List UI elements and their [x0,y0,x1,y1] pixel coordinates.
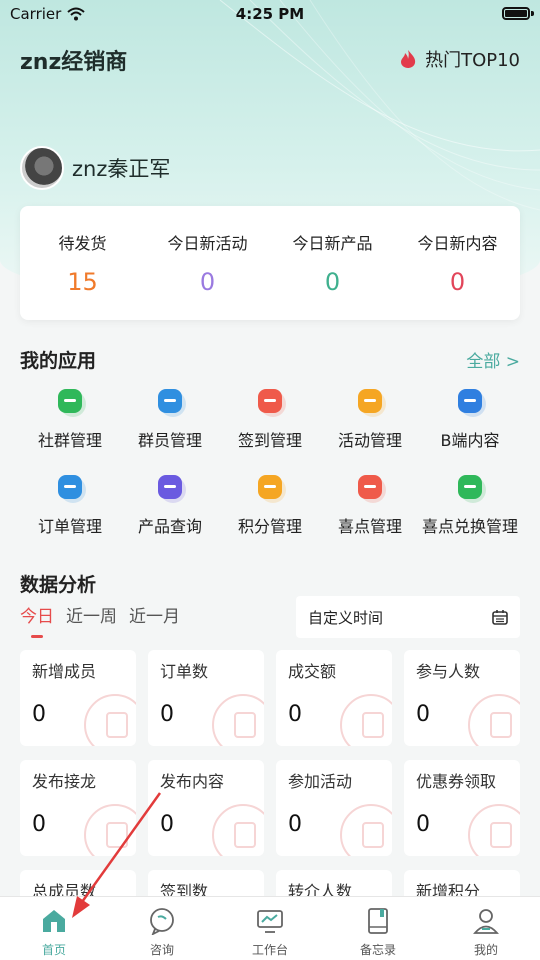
user-profile[interactable]: znz秦正军 [20,146,170,190]
profile-icon [472,907,500,935]
stat-value: 0 [199,268,216,296]
avatar[interactable] [20,146,64,190]
monitor-icon [256,907,284,935]
app-item[interactable]: 产品查询 [120,471,220,537]
app-item[interactable]: 喜点管理 [320,471,420,537]
community-icon [54,385,86,419]
app-item[interactable]: 签到管理 [220,385,320,451]
metric-card[interactable]: 优惠券领取 0 [404,760,520,856]
metric-card[interactable]: 订单数 0 [148,650,264,746]
app-label: 订单管理 [37,517,102,536]
metric-card[interactable]: 参与人数 0 [404,650,520,746]
calendar-check-icon [254,385,286,419]
stats-card: 待发货 15 今日新活动 0 今日新产品 0 今日新内容 0 [20,206,520,320]
battery-icon [502,7,530,20]
app-item[interactable]: B端内容 [420,385,520,451]
app-label: 喜点管理 [337,517,402,536]
calendar-icon [492,610,508,625]
user-name: znz秦正军 [72,157,171,181]
stat-label: 今日新活动 [167,234,248,253]
apps-grid: 社群管理 群员管理 签到管理 活动管理 B端内容订单管理 产品查询 积分管理 喜点管理 喜点兑换… [20,385,520,537]
tab-label: 工作台 [251,943,288,957]
stat-label: 今日新产品 [292,234,373,253]
tab-label: 咨询 [149,943,174,957]
tab-analysis[interactable]: 近一月 [129,602,180,627]
stat-item[interactable]: 今日新内容 0 [395,206,520,320]
metric-label: 参与人数 [416,662,481,681]
diamond-icon [354,471,386,505]
tab-chat[interactable]: 咨询 [108,897,216,960]
stat-value: 0 [449,268,466,296]
hot-top10-label: 热门TOP10 [425,50,520,71]
stat-item[interactable]: 待发货 15 [20,206,145,320]
metric-card[interactable]: 参加活动 0 [276,760,392,856]
metric-label: 优惠券领取 [416,772,497,791]
apps-section-title: 我的应用 [20,350,97,372]
metric-label: 发布内容 [160,772,225,791]
analysis-tabs: 今日 近一周 近一月 [20,602,180,638]
stat-value: 15 [67,268,98,296]
app-item[interactable]: 活动管理 [320,385,420,451]
stat-item[interactable]: 今日新活动 0 [145,206,270,320]
stat-item[interactable]: 今日新产品 0 [270,206,395,320]
flame-icon [401,50,416,68]
coin-stack-icon [454,471,486,505]
order-folder-icon [54,471,86,505]
tab-label: 备忘录 [359,943,396,957]
app-label: 群员管理 [137,431,202,450]
metric-label: 订单数 [160,662,209,681]
home-icon [40,907,68,935]
metric-card[interactable]: 成交额 0 [276,650,392,746]
product-search-icon [154,471,186,505]
chat-icon [148,907,176,936]
metric-label: 发布接龙 [32,772,97,791]
app-label: 喜点兑换管理 [421,517,518,536]
app-item[interactable]: 群员管理 [120,385,220,451]
analysis-section-title: 数据分析 [20,574,97,596]
app-item[interactable]: 积分管理 [220,471,320,537]
tab-monitor[interactable]: 工作台 [216,897,324,960]
app-label: 活动管理 [337,431,402,450]
notebook-icon [364,907,392,935]
app-label: 签到管理 [237,431,302,450]
battery-cap [531,11,534,16]
status-time: 4:25 PM [235,5,305,23]
tab-analysis[interactable]: 近一周 [66,602,117,627]
app-item[interactable]: 喜点兑换管理 [420,471,520,537]
b-badge-icon [454,385,486,419]
metric-label: 参加活动 [288,772,353,791]
metric-card[interactable]: 发布接龙 0 [20,760,136,856]
tab-label: 首页 [41,943,66,957]
metric-card[interactable]: 新增成员 0 [20,650,136,746]
stat-label: 今日新内容 [417,234,498,253]
metric-card[interactable]: 发布内容 0 [148,760,264,856]
custom-time-picker[interactable]: 自定义时间 [296,596,520,638]
app-label: 积分管理 [237,517,302,536]
all-apps-link[interactable]: 全部 > [466,347,520,372]
app-label: B端内容 [440,431,500,450]
tab-analysis[interactable]: 今日 [20,602,54,638]
stat-label: 待发货 [58,234,107,253]
app-title: znz经销商 [20,50,128,75]
app-item[interactable]: 订单管理 [20,471,120,537]
tab-profile[interactable]: 我的 [432,897,540,960]
hot-top10-link[interactable]: 热门TOP10 [399,46,520,72]
metric-label: 成交额 [288,662,337,681]
app-label: 社群管理 [37,431,102,450]
status-bar: Carrier 4:25 PM [0,0,540,28]
tab-label: 我的 [473,943,498,957]
metric-label: 新增成员 [32,662,97,681]
members-icon [154,385,186,419]
tab-notebook[interactable]: 备忘录 [324,897,432,960]
tab-home[interactable]: 首页 [0,897,108,960]
app-label: 产品查询 [137,517,202,536]
app-item[interactable]: 社群管理 [20,385,120,451]
header: znz经销商 热门TOP10 [20,40,520,80]
custom-time-label: 自定义时间 [308,608,384,627]
bottom-tab-bar: 首页 咨询 工作台 备忘录 我的 [0,896,540,960]
tag-icon [354,385,386,419]
money-bag-icon [254,471,286,505]
stat-value: 0 [324,268,341,296]
